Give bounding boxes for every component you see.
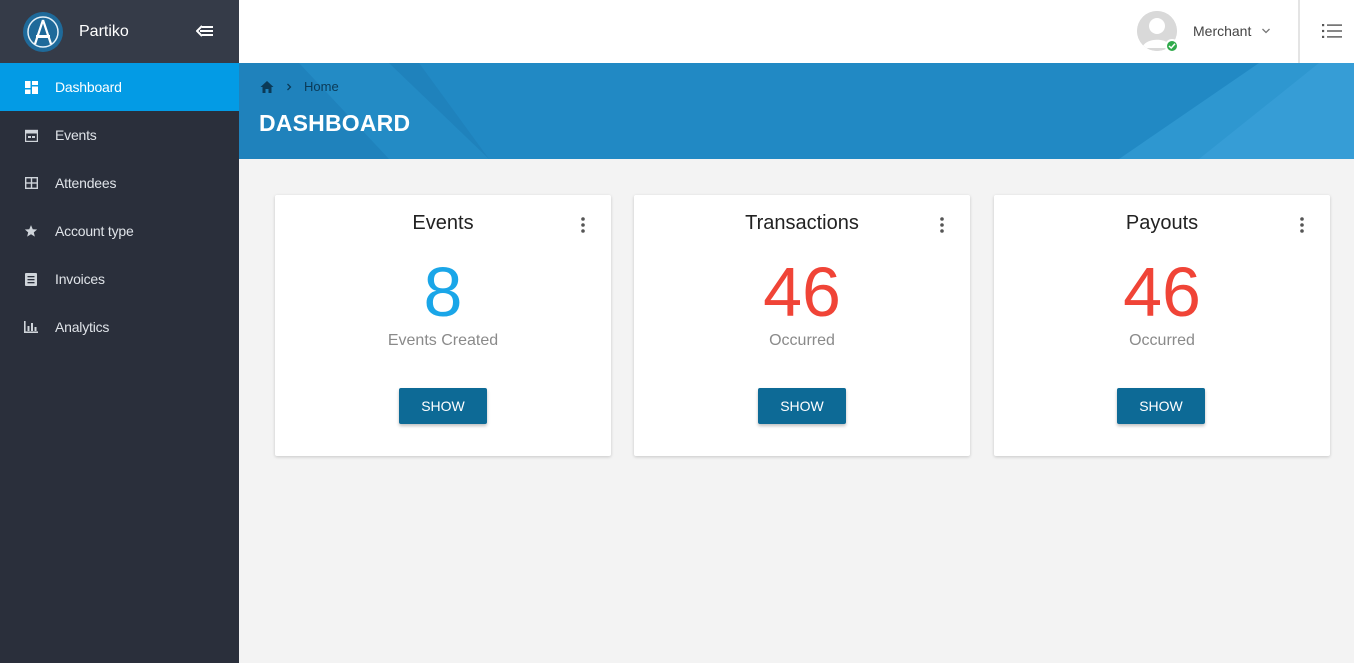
sidebar-item-label: Analytics [55,319,110,335]
chevron-down-icon [1262,28,1271,34]
show-payouts-button[interactable]: SHOW [1117,388,1205,424]
sidebar-item-analytics[interactable]: Analytics [0,303,239,351]
card-subtitle: Occurred [1129,332,1195,349]
sidebar-item-attendees[interactable]: Attendees [0,159,239,207]
brand-name: Partiko [79,22,129,40]
sidebar-item-label: Dashboard [55,79,122,95]
list-menu-icon[interactable] [1322,23,1342,39]
table-icon [24,176,38,190]
page-title: DASHBOARD [259,110,411,136]
sidebar-item-label: Invoices [55,271,105,287]
breadcrumb-home[interactable]: Home [304,79,339,94]
calendar-icon [24,128,38,142]
card-title: Transactions [745,212,859,234]
brand-header: Partiko [0,0,239,63]
card-value: 46 [1123,253,1201,331]
show-transactions-button[interactable]: SHOW [758,388,846,424]
breadcrumb: Home [260,79,339,94]
card-value: 46 [763,253,841,331]
partiko-logo-icon[interactable] [23,11,63,52]
home-icon[interactable] [260,80,274,94]
top-navbar: Merchant [239,0,1354,63]
transactions-card: Transactions 46 Occurred SHOW [634,195,970,456]
more-options-icon[interactable] [939,216,945,234]
sidebar-item-label: Events [55,127,97,143]
more-options-icon[interactable] [580,216,586,234]
document-icon [24,272,38,286]
user-name: Merchant [1193,23,1252,39]
online-status-icon [1165,39,1179,53]
collapse-sidebar-icon[interactable] [196,23,214,39]
page-banner: Home DASHBOARD [239,63,1354,159]
card-value: 8 [423,253,463,331]
dashboard-icon [24,80,38,94]
star-icon [24,224,38,238]
card-title: Payouts [1125,212,1199,234]
payouts-card: Payouts 46 Occurred SHOW [994,195,1330,456]
sidebar-item-invoices[interactable]: Invoices [0,255,239,303]
bar-chart-icon [24,320,38,334]
chevron-right-icon [287,83,292,90]
topbar-divider [1298,0,1300,63]
events-card: Events 8 Events Created SHOW [275,195,611,456]
card-title: Events [412,212,474,234]
card-subtitle: Events Created [387,332,499,349]
more-options-icon[interactable] [1299,216,1305,234]
card-subtitle: Occurred [769,332,835,349]
sidebar-item-account-type[interactable]: Account type [0,207,239,255]
sidebar: Partiko Dashboard Events Attendees Accou… [0,0,239,663]
sidebar-nav: Dashboard Events Attendees Account type … [0,63,239,351]
sidebar-item-label: Account type [55,223,134,239]
user-menu[interactable]: Merchant [1137,11,1271,51]
sidebar-item-events[interactable]: Events [0,111,239,159]
show-events-button[interactable]: SHOW [399,388,487,424]
sidebar-item-dashboard[interactable]: Dashboard [0,63,239,111]
sidebar-item-label: Attendees [55,175,117,191]
